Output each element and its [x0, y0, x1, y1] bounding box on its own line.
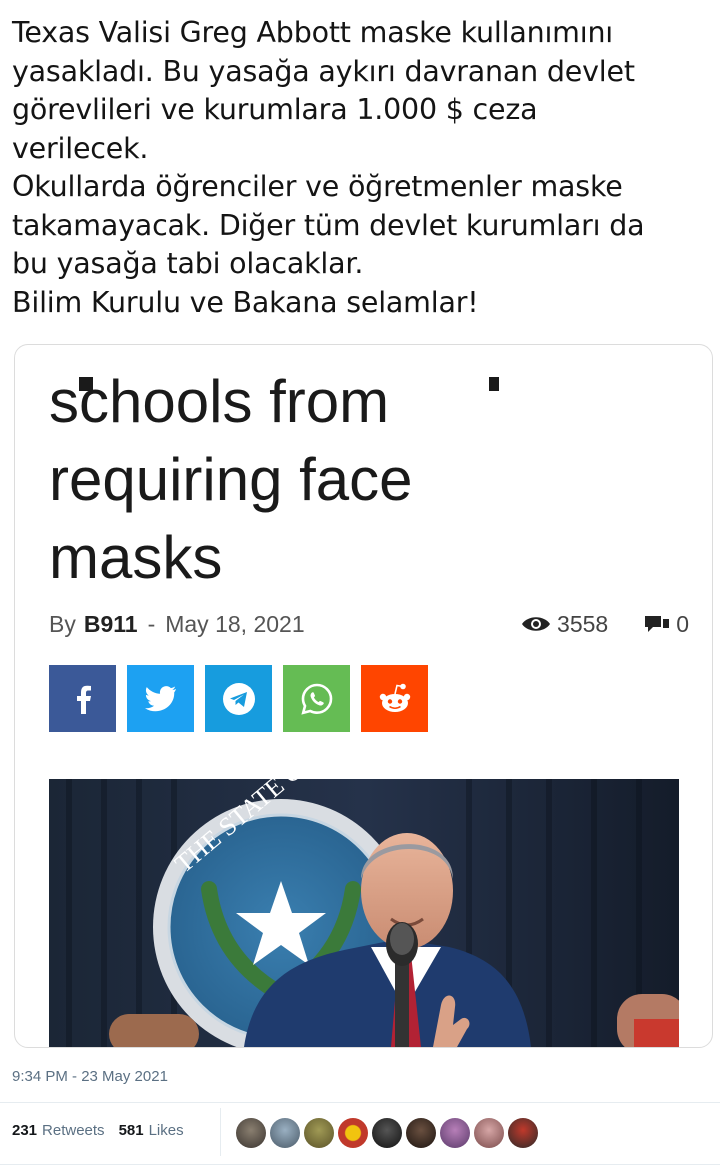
article-headline[interactable]: schools from requiring face masks	[49, 363, 413, 597]
tweet-line: Bilim Kurulu ve Bakana selamlar!	[12, 285, 479, 319]
facebook-icon	[76, 685, 91, 714]
tweet-text: Texas Valisi Greg Abbott maske kullanımı…	[12, 14, 712, 322]
comments-count: 0	[676, 610, 689, 637]
tweet-line: takamayacak. Diğer tüm devlet kurumları …	[12, 208, 645, 242]
avatar[interactable]	[406, 1118, 436, 1148]
retweets-label[interactable]: Retweets	[42, 1122, 105, 1139]
reddit-icon	[379, 683, 410, 712]
governor-podium-photo: THE STATE OF	[49, 779, 679, 1047]
views-counter: 3558	[521, 611, 608, 638]
views-count: 3558	[557, 610, 609, 637]
article-meta: By B911 - May 18, 2021 3558 0	[49, 609, 689, 639]
avatar[interactable]	[440, 1118, 470, 1148]
author-link[interactable]: B911	[84, 611, 138, 638]
avatar[interactable]	[338, 1118, 368, 1148]
engagement-divider	[220, 1108, 221, 1156]
reddit-share-button[interactable]	[361, 665, 428, 732]
avatar[interactable]	[236, 1118, 266, 1148]
article-photo[interactable]: THE STATE OF	[49, 779, 679, 1047]
retweets-count[interactable]: 231	[12, 1122, 37, 1139]
telegram-icon	[222, 682, 255, 715]
telegram-share-button[interactable]	[205, 665, 272, 732]
article-stats: 3558 0	[521, 611, 689, 638]
by-label: By	[49, 610, 76, 637]
headline-line: masks	[49, 524, 223, 591]
tweet-timestamp[interactable]: 9:34 PM - 23 May 2021	[12, 1068, 168, 1085]
liker-avatars	[236, 1118, 542, 1148]
article-date: May 18, 2021	[165, 610, 305, 637]
avatar[interactable]	[372, 1118, 402, 1148]
comment-icon	[645, 616, 670, 632]
tweet-line: yasakladı. Bu yasağa aykırı davranan dev…	[12, 54, 635, 88]
tweet-line: görevlileri ve kurumlara 1.000 $ ceza	[12, 93, 538, 126]
divider	[0, 1102, 720, 1103]
headline-line: schools from	[49, 368, 390, 435]
tweet-line: Texas Valisi Greg Abbott maske kullanımı…	[12, 16, 614, 49]
avatar[interactable]	[270, 1118, 300, 1148]
whatsapp-icon	[300, 683, 332, 715]
headline-line: requiring face	[49, 446, 413, 513]
avatar[interactable]	[474, 1118, 504, 1148]
twitter-icon	[144, 685, 176, 711]
avatar[interactable]	[508, 1118, 538, 1148]
tweet-line: bu yasağa tabi olacaklar.	[12, 247, 364, 280]
share-buttons	[49, 665, 439, 732]
facebook-share-button[interactable]	[49, 665, 116, 732]
eye-icon	[522, 617, 551, 631]
comments-counter[interactable]: 0	[644, 611, 689, 638]
article-card[interactable]: schools from requiring face masks By B91…	[14, 344, 713, 1048]
twitter-share-button[interactable]	[127, 665, 194, 732]
avatar[interactable]	[304, 1118, 334, 1148]
likes-label[interactable]: Likes	[149, 1122, 184, 1139]
whatsapp-share-button[interactable]	[283, 665, 350, 732]
tweet-line: Okullarda öğrenciler ve öğretmenler mask…	[12, 170, 623, 203]
engagement-stats: 231 Retweets 581 Likes	[12, 1122, 184, 1139]
divider	[0, 1164, 720, 1165]
likes-count[interactable]: 581	[119, 1122, 144, 1139]
meta-separator: -	[147, 610, 156, 637]
tweet-line: verilecek.	[12, 131, 149, 165]
